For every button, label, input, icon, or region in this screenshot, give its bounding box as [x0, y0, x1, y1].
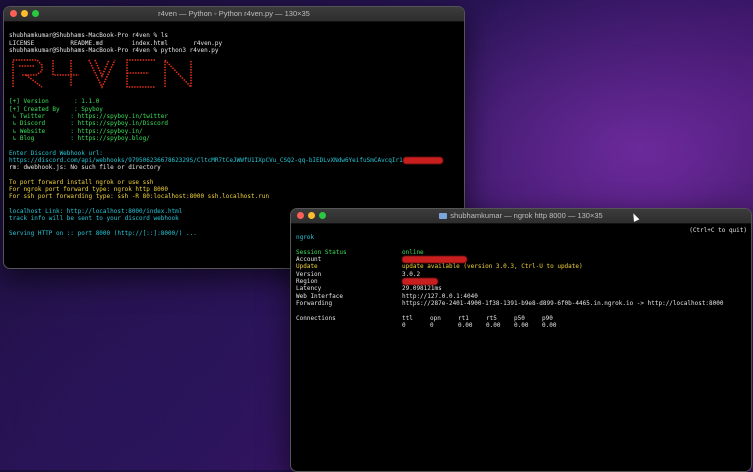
conn-header: rt5: [486, 314, 497, 322]
update-value: update available (version 3.0.3, Ctrl-U …: [402, 263, 583, 271]
ls-output: LICENSE README.md index.html r4ven.py: [9, 39, 223, 47]
web-interface-row: Web Interface http://127.0.0.1:4040: [296, 293, 746, 300]
connections-label: Connections: [296, 314, 336, 322]
port-forward-hint: To port forward install ngrok or use ssh: [9, 178, 154, 186]
webhook-prompt: Enter Discord Webhook url:: [9, 149, 103, 157]
webhook-url: https://discord.com/api/webhooks/9795062…: [9, 156, 403, 164]
prompt-line: shubhamkumar@Shubhams-MacBook-Pro r4ven …: [9, 46, 219, 54]
conn-value: 0: [402, 321, 406, 329]
forwarding-key: Forwarding: [296, 299, 333, 307]
ssh-hint: For ssh port forwarding type: ssh -R 80:…: [9, 193, 270, 201]
conn-value: 0.00: [486, 321, 501, 329]
status-key: Session Status: [296, 248, 347, 256]
redacted-region: XXXXXXXXXX: [402, 278, 439, 286]
region-key: Region: [296, 278, 318, 286]
terminal-window-ngrok[interactable]: shubhamkumar — ngrok http 8000 — 130×35 …: [290, 208, 752, 472]
forwarding-row: Forwarding https://287e-2401-4900-1f38-13…: [296, 300, 746, 307]
blog-line: ↳ Blog : https://spyboy.blog/: [9, 134, 150, 142]
redacted-mark: XXXXXXXXXXX: [402, 156, 443, 165]
status-value: online: [402, 248, 424, 256]
update-key: Update: [296, 263, 318, 271]
version-key: Version: [296, 270, 322, 278]
rm-error: rm: dwebhook.js: No such file or directo…: [9, 164, 161, 172]
connections-header-row: Connections ttl opn rt1 rt5 p50 p90: [296, 315, 746, 322]
conn-header: ttl: [402, 314, 413, 322]
creator-line: [+] Created By : Spyboy: [9, 105, 103, 113]
latency-key: Latency: [296, 285, 322, 293]
conn-header: p50: [514, 314, 525, 322]
ngrok-label: ngrok: [296, 234, 315, 242]
account-row: Account XXXXXXXXXXXXXXXXXX: [296, 256, 746, 264]
website-line: ↳ Website : https://spyboy.in/: [9, 127, 143, 135]
account-key: Account: [296, 256, 322, 264]
window-title: shubhamkumar — ngrok http 8000 — 130×35: [291, 210, 751, 222]
folder-icon: [439, 213, 448, 220]
window-title: r4ven — Python ◦ Python r4ven.py — 130×3…: [158, 9, 310, 18]
conn-value: 0.00: [542, 321, 557, 329]
conn-value: 0: [430, 321, 434, 329]
update-row: Update update available (version 3.0.3, C…: [296, 263, 746, 270]
latency-value: 29.098121ms: [402, 285, 442, 293]
version-row: Version 3.0.2: [296, 271, 746, 278]
conn-header: opn: [430, 314, 441, 322]
title-bar[interactable]: shubhamkumar — ngrok http 8000 — 130×35: [291, 209, 751, 224]
window-title-text: shubhamkumar — ngrok http 8000 — 130×35: [450, 211, 603, 220]
conn-header: rt1: [458, 314, 469, 322]
terminal-output[interactable]: ngrok (Ctrl+C to quit) Session Status onli…: [291, 224, 751, 332]
webhook-url-line: https://discord.com/api/webhooks/9795062…: [9, 156, 459, 165]
region-row: Region XXXXXXXXXX: [296, 278, 746, 286]
connections-values-row: 0 0 0.00 0.00 0.00 0.00: [296, 322, 746, 329]
version-value: 3.0.2: [402, 270, 421, 278]
web-interface-value: http://127.0.0.1:4040: [402, 292, 478, 300]
conn-value: 0.00: [458, 321, 473, 329]
quit-hint: (Ctrl+C to quit): [689, 227, 747, 234]
forwarding-value: https://287e-2401-4900-1f38-1391-b9e8-d8…: [402, 299, 724, 307]
status-row: Session Status online: [296, 249, 746, 256]
version-line: [+] Version : 1.1.0: [9, 98, 100, 106]
title-bar[interactable]: r4ven — Python ◦ Python r4ven.py — 130×3…: [4, 7, 464, 22]
conn-value: 0.00: [514, 321, 529, 329]
discord-line: ↳ Discord : https://spyboy.in/Discord: [9, 120, 168, 128]
conn-header: p90: [542, 314, 553, 322]
prompt-line: shubhamkumar@Shubhams-MacBook-Pro r4ven …: [9, 32, 168, 40]
latency-row: Latency 29.098121ms: [296, 285, 746, 292]
r4ven-ascii-logo: [9, 56, 459, 92]
twitter-line: ↳ Twitter : https://spyboy.in/twitter: [9, 113, 168, 121]
ngrok-hint: For ngrok port forward type: ngrok http …: [9, 186, 168, 194]
redacted-account: XXXXXXXXXXXXXXXXXX: [402, 256, 468, 264]
web-interface-key: Web Interface: [296, 292, 343, 300]
